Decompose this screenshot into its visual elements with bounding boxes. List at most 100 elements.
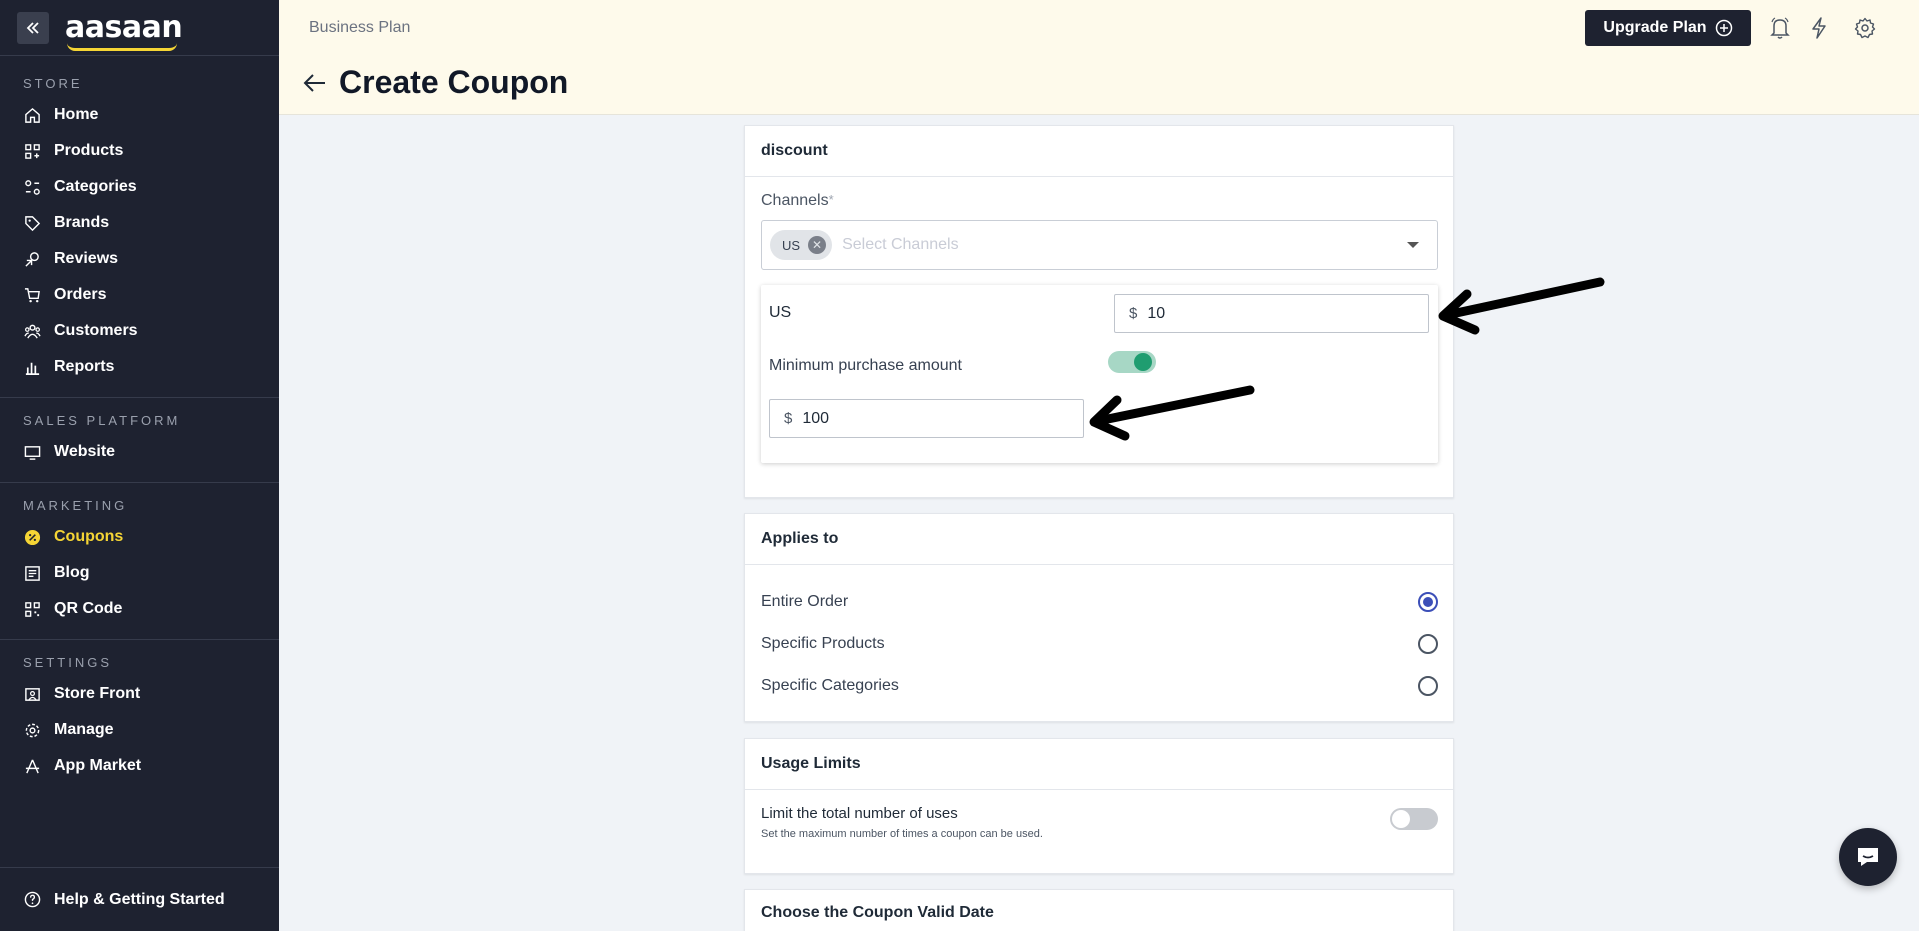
bell-icon[interactable] (1768, 16, 1792, 40)
channel-chip: US ✕ (770, 230, 833, 260)
plan-label: Business Plan (309, 19, 411, 36)
card-title: discount (745, 126, 1453, 177)
min-purchase-value: 100 (802, 409, 830, 427)
sidebar-section-marketing: MARKETING Coupons Blog QR Code (0, 483, 279, 627)
channel-name: US (769, 304, 792, 321)
usage-limits-card: Usage Limits Limit the total number of u… (744, 738, 1454, 874)
sidebar-footer: Help & Getting Started (0, 867, 279, 931)
sidebar-item-label: Categories (54, 178, 137, 195)
min-purchase-input[interactable]: $ 100 (769, 399, 1084, 438)
sidebar-item-label: Brands (54, 214, 110, 231)
upgrade-plan-button[interactable]: Upgrade Plan (1585, 10, 1751, 46)
limit-uses-help: Set the maximum number of times a coupon… (761, 828, 1043, 840)
back-arrow-icon[interactable] (303, 68, 333, 98)
sidebar-item-label: Coupons (54, 528, 124, 545)
gear-icon (23, 721, 41, 739)
logo[interactable]: aasaan (65, 12, 183, 51)
sidebar-item-label: Reviews (54, 250, 119, 267)
sidebar-item-label: Orders (54, 286, 107, 303)
reviews-icon (23, 250, 41, 268)
sidebar-item-manage[interactable]: Manage (0, 712, 279, 748)
sidebar-header: aasaan (0, 0, 279, 56)
sidebar-item-categories[interactable]: Categories (0, 169, 279, 205)
limit-uses-label: Limit the total number of uses (761, 805, 958, 822)
sidebar-item-label: Products (54, 142, 124, 159)
sidebar-item-website[interactable]: Website (0, 434, 279, 470)
sidebar-item-label: Manage (54, 721, 114, 738)
collapse-sidebar-button[interactable] (17, 11, 49, 44)
currency-symbol: $ (784, 410, 793, 427)
sidebar-item-orders[interactable]: Orders (0, 277, 279, 313)
sidebar-item-label: App Market (54, 757, 142, 774)
min-purchase-toggle[interactable] (1108, 351, 1156, 373)
plus-circle-icon (1715, 19, 1732, 37)
users-icon (23, 322, 41, 340)
help-getting-started-link[interactable]: Help & Getting Started (0, 882, 279, 918)
currency-symbol: $ (1129, 305, 1138, 322)
sidebar-item-reports[interactable]: Reports (0, 349, 279, 385)
storefront-icon (23, 685, 41, 703)
caret-down-icon (1407, 242, 1419, 248)
sidebar-item-store-front[interactable]: Store Front (0, 676, 279, 712)
sidebar-item-blog[interactable]: Blog (0, 555, 279, 591)
bar-chart-icon (23, 358, 41, 376)
sidebar-item-label: Reports (54, 358, 115, 375)
radio-unchecked[interactable] (1418, 676, 1438, 696)
section-heading: STORE (23, 76, 83, 91)
applies-to-card: Applies to Entire Order Specific Product… (744, 513, 1454, 722)
radio-checked[interactable] (1418, 592, 1438, 612)
sidebar-section-settings: SETTINGS Store Front Manage App Market (0, 640, 279, 784)
annotation-arrow-discount (1438, 277, 1605, 335)
categories-icon (23, 178, 41, 196)
blog-icon (23, 564, 41, 582)
sidebar-section-store: STORE Home Products Categories Brands Re… (0, 56, 279, 385)
help-icon (23, 891, 41, 909)
qr-code-icon (23, 600, 41, 618)
sidebar-item-coupons[interactable]: Coupons (0, 519, 279, 555)
remove-chip-icon[interactable]: ✕ (808, 236, 827, 254)
min-purchase-label: Minimum purchase amount (769, 357, 962, 374)
page-title-row: Create Coupon (303, 64, 568, 101)
sidebar: aasaan STORE Home Products Categories Br… (0, 0, 279, 931)
home-icon (23, 106, 41, 124)
sidebar-item-qr-code[interactable]: QR Code (0, 591, 279, 627)
limit-uses-toggle[interactable] (1390, 808, 1438, 830)
cart-icon (23, 286, 41, 304)
discount-value-input[interactable]: $ 10 (1114, 294, 1429, 333)
tag-icon (23, 214, 41, 232)
card-title: Usage Limits (745, 739, 1453, 790)
settings-gear-icon[interactable] (1853, 16, 1877, 40)
upgrade-plan-label: Upgrade Plan (1603, 19, 1707, 36)
coupon-badge-icon (23, 528, 41, 546)
monitor-icon (23, 443, 41, 461)
option-entire-order[interactable]: Entire Order (761, 590, 1438, 614)
double-chevron-left-icon (26, 21, 39, 34)
channels-select[interactable]: US ✕ Select Channels (761, 220, 1438, 270)
lightning-icon[interactable] (1807, 16, 1831, 40)
sidebar-item-products[interactable]: Products (0, 133, 279, 169)
annotation-arrow-min-purchase (1089, 385, 1255, 441)
option-specific-categories[interactable]: Specific Categories (761, 674, 1438, 698)
sidebar-item-app-market[interactable]: App Market (0, 748, 279, 784)
top-header: Business Plan Upgrade Plan Create Coupon (279, 0, 1919, 115)
channels-placeholder: Select Channels (842, 236, 959, 253)
sidebar-item-label: Customers (54, 322, 138, 339)
valid-date-card: Choose the Coupon Valid Date (744, 889, 1454, 931)
option-label: Specific Categories (761, 677, 899, 694)
chat-support-button[interactable] (1839, 828, 1897, 886)
sidebar-item-label: Store Front (54, 685, 141, 702)
option-specific-products[interactable]: Specific Products (761, 632, 1438, 656)
sidebar-item-label: Blog (54, 564, 90, 581)
section-heading: SALES PLATFORM (23, 413, 181, 428)
radio-unchecked[interactable] (1418, 634, 1438, 654)
option-label: Entire Order (761, 593, 849, 610)
option-label: Specific Products (761, 635, 885, 652)
sidebar-item-customers[interactable]: Customers (0, 313, 279, 349)
sidebar-item-reviews[interactable]: Reviews (0, 241, 279, 277)
card-title: Applies to (745, 514, 1453, 565)
sidebar-item-brands[interactable]: Brands (0, 205, 279, 241)
help-label: Help & Getting Started (54, 890, 225, 908)
section-heading: MARKETING (23, 498, 128, 513)
chat-bubble-icon (1858, 848, 1878, 866)
sidebar-item-home[interactable]: Home (0, 97, 279, 133)
